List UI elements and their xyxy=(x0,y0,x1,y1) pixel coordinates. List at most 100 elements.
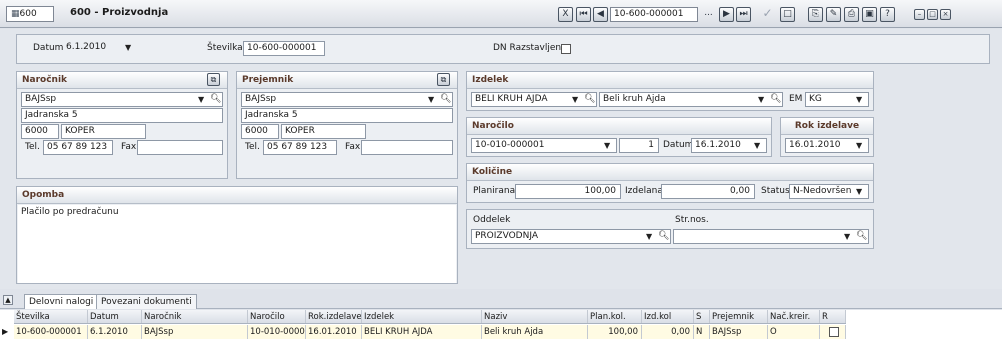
rok-field[interactable]: 16.01.2010 ▼ xyxy=(785,138,869,153)
prejemnik-link-icon[interactable]: ⧉ xyxy=(437,73,450,86)
narocnik-fax-field[interactable] xyxy=(137,140,223,155)
title-bar: ▦600 600 - Proizvodnja X ⏮ ◀ 10-600-0000… xyxy=(0,0,1002,28)
column-header[interactable]: Izdelek xyxy=(362,310,482,323)
tab-delovni-nalogi[interactable]: Delovni nalogi xyxy=(24,294,99,309)
narocnik-link-icon[interactable]: ⧉ xyxy=(207,73,220,86)
cell-izdelek: BELI KRUH AJDA xyxy=(362,325,482,339)
confirm-icon[interactable]: ✓ xyxy=(760,7,775,22)
datum-field[interactable]: 6.1.2010 ▼ xyxy=(63,41,138,56)
preview-icon[interactable]: ▣ xyxy=(862,7,877,22)
previous-record-icon[interactable]: ◀ xyxy=(593,7,608,22)
search-icon[interactable]: 🔍︎ xyxy=(658,230,669,243)
prejemnik-code-field[interactable]: BAJSsp ▼ 🔍︎ xyxy=(241,92,453,107)
excel-export-icon[interactable]: X xyxy=(558,7,573,22)
dropdown-arrow-icon: ▼ xyxy=(754,141,761,150)
last-record-icon[interactable]: ⏭ xyxy=(736,7,751,22)
opomba-textarea[interactable]: Plačilo po predračunu xyxy=(18,205,456,283)
search-icon[interactable]: 🔍︎ xyxy=(210,93,221,106)
narocnik-city-field[interactable]: KOPER xyxy=(61,124,146,139)
record-navigator-field[interactable]: 10-600-000001 xyxy=(610,7,698,22)
kolicine-header: Količine xyxy=(467,164,873,181)
status-field[interactable]: N-Nedovršen ▼ xyxy=(789,184,869,199)
print-icon[interactable]: ⎙ xyxy=(844,7,859,22)
dropdown-arrow-icon: ▼ xyxy=(125,43,132,52)
collapse-icon[interactable]: ▲ xyxy=(3,295,13,305)
narocnik-code-field[interactable]: BAJSsp ▼ 🔍︎ xyxy=(21,92,223,107)
izdelek-panel: Izdelek BELI KRUH AJDA ▼ 🔍︎ Beli kruh Ajda… xyxy=(466,71,874,111)
strnos-field[interactable]: ▼ 🔍︎ xyxy=(673,229,869,244)
dropdown-arrow-icon: ▼ xyxy=(856,95,863,104)
column-header[interactable]: R xyxy=(820,310,846,323)
narocnik-postal-field[interactable]: 6000 xyxy=(21,124,59,139)
column-header[interactable]: Naročilo xyxy=(248,310,306,323)
column-header[interactable]: Plan.kol. xyxy=(588,310,642,323)
narocilo-panel: Naročilo 10-010-000001 ▼ 1 Datum 16.1.201… xyxy=(466,117,772,157)
cell-stevilka: 10-600-000001 xyxy=(14,325,88,339)
column-header[interactable]: Prejemnik xyxy=(710,310,768,323)
dropdown-arrow-icon: ▼ xyxy=(758,95,765,104)
stevilka-field[interactable]: 10-600-000001 xyxy=(243,41,325,56)
new-document-icon[interactable]: □ xyxy=(780,7,795,22)
izdelana-field[interactable]: 0,00 xyxy=(661,184,755,199)
copy-icon[interactable]: ⎘ xyxy=(808,7,823,22)
column-header[interactable]: S xyxy=(694,310,710,323)
search-icon[interactable]: 🔍︎ xyxy=(440,93,451,106)
column-header[interactable]: Datum xyxy=(88,310,142,323)
oddelek-label: Oddelek xyxy=(473,215,511,225)
prejemnik-header: Prejemnik xyxy=(237,72,457,89)
column-header[interactable]: Rok.izdelave xyxy=(306,310,362,323)
datum-label: Datum xyxy=(33,43,64,53)
column-header[interactable]: Naziv xyxy=(482,310,588,323)
rok-panel: Rok izdelave 16.01.2010 ▼ xyxy=(780,117,874,157)
narocilo-datum-field[interactable]: 16.1.2010 ▼ xyxy=(691,138,767,153)
search-icon[interactable]: 🔍︎ xyxy=(770,93,781,106)
narocnik-tel-field[interactable]: 05 67 89 123 xyxy=(43,140,113,155)
search-icon[interactable]: 🔍︎ xyxy=(856,230,867,243)
first-record-icon[interactable]: ⏮ xyxy=(576,7,591,22)
narocilo-qty-field[interactable]: 1 xyxy=(619,138,659,153)
planirana-field[interactable]: 100,00 xyxy=(515,184,621,199)
table-row[interactable]: 10-600-000001 6.1.2010 BAJSsp 10-010-000… xyxy=(14,325,846,339)
prejemnik-city-field[interactable]: KOPER xyxy=(281,124,366,139)
oddelek-field[interactable]: PROIZVODNJA ▼ 🔍︎ xyxy=(471,229,671,244)
izdelek-code-field[interactable]: BELI KRUH AJDA ▼ 🔍︎ xyxy=(471,92,597,107)
opomba-panel: Opomba Plačilo po predračunu xyxy=(16,186,458,284)
dropdown-arrow-icon: ▼ xyxy=(646,232,653,241)
dropdown-arrow-icon: ▼ xyxy=(428,95,435,104)
prejemnik-tel-field[interactable]: 05 67 89 123 xyxy=(263,140,337,155)
tab-povezani-dokumenti[interactable]: Povezani dokumenti xyxy=(96,294,197,309)
narocilo-datum-label: Datum xyxy=(663,140,694,150)
column-header[interactable]: Nač.kreir. xyxy=(768,310,820,323)
izdelek-header: Izdelek xyxy=(467,72,873,89)
dropdown-arrow-icon: ▼ xyxy=(572,95,579,104)
prejemnik-postal-field[interactable]: 6000 xyxy=(241,124,279,139)
close-icon[interactable]: × xyxy=(940,9,951,20)
next-record-icon[interactable]: ▶ xyxy=(719,7,734,22)
izdelana-label: Izdelana xyxy=(625,186,663,196)
izdelek-name-field[interactable]: Beli kruh Ajda ▼ 🔍︎ xyxy=(599,92,783,107)
narocnik-address-field[interactable]: Jadranska 5 xyxy=(21,108,223,123)
razstavljen-checkbox[interactable] xyxy=(561,44,571,54)
more-icon[interactable]: ... xyxy=(700,7,717,22)
prejemnik-address-field[interactable]: Jadranska 5 xyxy=(241,108,453,123)
narocilo-number-field[interactable]: 10-010-000001 ▼ xyxy=(471,138,617,153)
minimize-icon[interactable]: – xyxy=(914,9,925,20)
data-grid: Številka Datum Naročnik Naročilo Rok.izd… xyxy=(0,310,1002,349)
search-icon[interactable]: 🔍︎ xyxy=(584,93,595,106)
prejemnik-fax-field[interactable] xyxy=(361,140,453,155)
narocilo-header: Naročilo xyxy=(467,118,771,135)
status-label: Status xyxy=(761,186,790,196)
column-header[interactable]: Naročnik xyxy=(142,310,248,323)
row-checkbox[interactable] xyxy=(829,327,839,337)
row-pointer-icon: ▶ xyxy=(2,327,9,336)
column-header[interactable]: Izd.kol xyxy=(642,310,694,323)
column-header[interactable]: Številka xyxy=(14,310,88,323)
narocnik-header: Naročnik xyxy=(17,72,227,89)
narocnik-panel: Naročnik ⧉ BAJSsp ▼ 🔍︎ Jadranska 5 6000 KO… xyxy=(16,71,228,179)
fax-label: Fax xyxy=(345,142,361,152)
maximize-icon[interactable]: □ xyxy=(927,9,938,20)
help-icon[interactable]: ? xyxy=(880,7,895,22)
em-field[interactable]: KG ▼ xyxy=(805,92,869,107)
tools-icon[interactable]: ✎ xyxy=(826,7,841,22)
cell-nac-kreir: O xyxy=(768,325,820,339)
